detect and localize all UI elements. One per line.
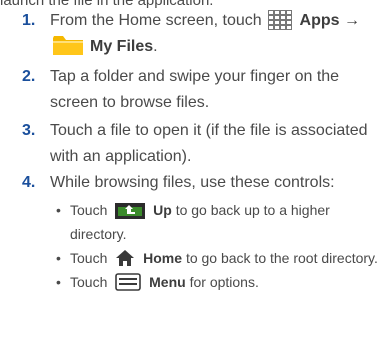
step-4-text: While browsing files, use these controls…: [50, 174, 335, 191]
bullet: •: [56, 202, 61, 218]
step-number: 3.: [22, 122, 36, 139]
controls-list: • Touch Up to go back up to a higher dir…: [50, 198, 380, 294]
home-icon: [115, 249, 135, 267]
step-2: 2. Tap a folder and swipe your finger on…: [0, 64, 380, 116]
control-menu: • Touch Menu for options.: [50, 270, 380, 294]
menu-icon: [115, 272, 142, 291]
up-folder-icon: [115, 202, 146, 219]
control-home: • Touch Home to go back to the root dire…: [50, 246, 380, 270]
step-2-text: Tap a folder and swipe your finger on th…: [50, 68, 340, 111]
step-number: 4.: [22, 174, 36, 191]
bullet: •: [56, 250, 61, 266]
step-number: 2.: [22, 68, 36, 85]
steps-list: 1. From the Home screen, touch Apps → My…: [0, 8, 380, 294]
bullet: •: [56, 274, 61, 290]
up-label: Up: [153, 202, 172, 218]
apps-label: Apps: [299, 12, 340, 29]
my-files-label: My Files: [90, 38, 154, 55]
step-4: 4. While browsing files, use these contr…: [0, 170, 380, 294]
step-3-text: Touch a file to open it (if the file is …: [50, 122, 368, 165]
menu-label: Menu: [149, 274, 186, 290]
step-1-text: From the Home screen, touch Apps → My Fi…: [50, 8, 380, 60]
step-3: 3. Touch a file to open it (if the file …: [0, 118, 380, 170]
partial-text-line: launch the file in the application.: [0, 0, 214, 9]
folder-icon: [52, 34, 84, 56]
step-1: 1. From the Home screen, touch Apps → My…: [0, 8, 380, 64]
apps-grid-icon: [268, 9, 292, 30]
arrow-glyph: →: [344, 12, 360, 29]
home-label: Home: [143, 250, 183, 266]
control-up: • Touch Up to go back up to a higher dir…: [50, 198, 380, 246]
step-number: 1.: [22, 12, 36, 29]
